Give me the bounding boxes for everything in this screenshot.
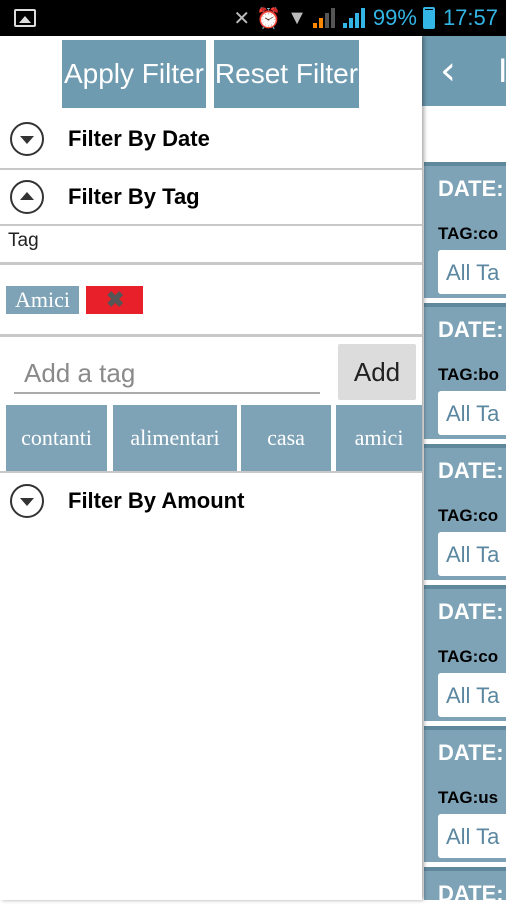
image-icon (14, 9, 36, 27)
action-bar: ‹ I (422, 36, 506, 106)
chevron-down-icon[interactable] (10, 484, 44, 518)
item-tag: TAG:co (438, 224, 499, 243)
all-tags-button[interactable]: All Ta (438, 250, 506, 294)
item-date: DATE: (438, 458, 504, 483)
filter-by-date-row[interactable]: Filter By Date (0, 112, 422, 168)
divider (0, 224, 422, 226)
all-tags-button[interactable]: All Ta (438, 532, 506, 576)
item-tag: TAG:co (438, 647, 499, 666)
signal-icon (312, 8, 337, 28)
list-item[interactable]: DATE: TAG:co All Ta (424, 162, 506, 298)
item-date: DATE: (438, 740, 504, 765)
suggested-tag[interactable]: amici (336, 405, 422, 471)
list-item[interactable]: DATE: TAG:us All Ta (424, 726, 506, 862)
reset-filter-button[interactable]: Reset Filter (214, 40, 359, 108)
remove-tag-button[interactable]: ✖ (86, 286, 143, 314)
list-item[interactable]: DATE: TAG:co All Ta (424, 585, 506, 721)
status-bar: ✕ ⏰ ▼ 99% 17:57 (0, 0, 506, 36)
filter-drawer: Apply Filter Reset Filter Filter By Date… (0, 36, 422, 900)
item-tag: TAG:co (438, 506, 499, 525)
suggested-tag[interactable]: contanti (6, 405, 107, 471)
status-icons: ✕ ⏰ ▼ 99% 17:57 (233, 0, 498, 36)
item-date: DATE: (438, 599, 504, 624)
background-list: ‹ I DATE: TAG:co All Ta DATE: TAG:bo All… (422, 36, 506, 906)
item-tag: TAG:us (438, 788, 499, 807)
wifi-icon: ▼ (287, 6, 307, 29)
tag-field-label: Tag (8, 230, 39, 251)
signal-icon (342, 8, 367, 28)
suggested-tag[interactable]: casa (241, 405, 331, 471)
item-date: DATE: (438, 881, 504, 906)
add-tag-input[interactable] (14, 354, 320, 394)
chevron-left-icon[interactable]: ‹ (440, 48, 456, 94)
divider (0, 471, 422, 473)
list-item[interactable]: DATE: TAG:bo All Ta (424, 303, 506, 439)
filter-by-tag-row[interactable]: Filter By Tag (0, 170, 422, 226)
divider (0, 262, 422, 265)
close-icon: ✖ (106, 287, 125, 312)
all-tags-button[interactable]: All Ta (438, 814, 506, 858)
item-date: DATE: (438, 176, 504, 201)
item-tag: TAG:bo (438, 365, 500, 384)
filter-by-amount-label: Filter By Amount (68, 488, 245, 513)
filter-by-amount-row[interactable]: Filter By Amount (0, 474, 422, 530)
chevron-up-icon[interactable] (10, 180, 44, 214)
chevron-down-icon[interactable] (10, 122, 44, 156)
list-item[interactable]: DATE: (424, 867, 506, 906)
screen-title: I (498, 52, 506, 90)
mute-icon: ✕ (233, 7, 251, 30)
suggested-tag[interactable]: alimentari (113, 405, 237, 471)
divider (0, 334, 422, 337)
selected-tag-chip: Amici (6, 286, 79, 314)
item-date: DATE: (438, 317, 504, 342)
battery-icon (422, 7, 435, 29)
apply-filter-button[interactable]: Apply Filter (62, 40, 206, 108)
all-tags-button[interactable]: All Ta (438, 391, 506, 435)
alarm-icon: ⏰ (256, 7, 282, 30)
filter-by-tag-label: Filter By Tag (68, 184, 200, 209)
add-tag-button[interactable]: Add (338, 344, 416, 400)
filter-by-date-label: Filter By Date (68, 126, 210, 151)
list-item[interactable]: DATE: TAG:co All Ta (424, 444, 506, 580)
battery-percent: 99% (372, 5, 417, 30)
clock: 17:57 (442, 5, 498, 30)
all-tags-button[interactable]: All Ta (438, 673, 506, 717)
